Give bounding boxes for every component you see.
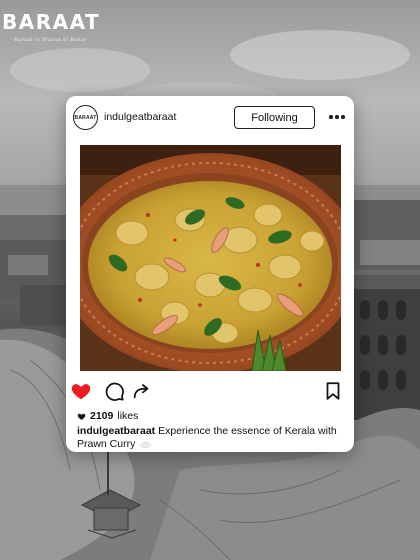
heart-icon[interactable] [70,380,92,402]
likes-count[interactable]: 2109 likes [77,410,138,422]
brand-logo: BARAAT Baraat in Bharat ki Bahar [2,10,112,50]
brand-logo-text: BARAAT [2,10,101,34]
likes-label: likes [117,410,139,422]
avatar[interactable]: BARAAT [73,105,98,130]
more-dots-icon[interactable] [328,110,346,124]
post-actions [66,378,354,404]
share-icon[interactable] [131,380,153,402]
small-heart-icon [77,413,86,420]
post-caption: indulgeatbaraat Experience the essence o… [77,425,339,451]
likes-number: 2109 [90,410,114,422]
caption-username[interactable]: indulgeatbaraat [77,425,155,437]
plate-icon [140,442,152,448]
avatar-logo-text: BARAAT [74,114,97,121]
comment-icon[interactable] [103,380,125,402]
instagram-post-card: BARAAT indulgeatbaraat Following 2109 li… [66,96,354,452]
brand-tagline: Baraat in Bharat ki Bahar [14,37,87,43]
post-header: BARAAT indulgeatbaraat Following [66,96,354,140]
post-username[interactable]: indulgeatbaraat [104,111,176,123]
prawn-curry-image [80,145,341,371]
post-photo[interactable] [80,145,341,371]
following-button[interactable]: Following [234,106,315,129]
bookmark-icon[interactable] [322,380,344,402]
